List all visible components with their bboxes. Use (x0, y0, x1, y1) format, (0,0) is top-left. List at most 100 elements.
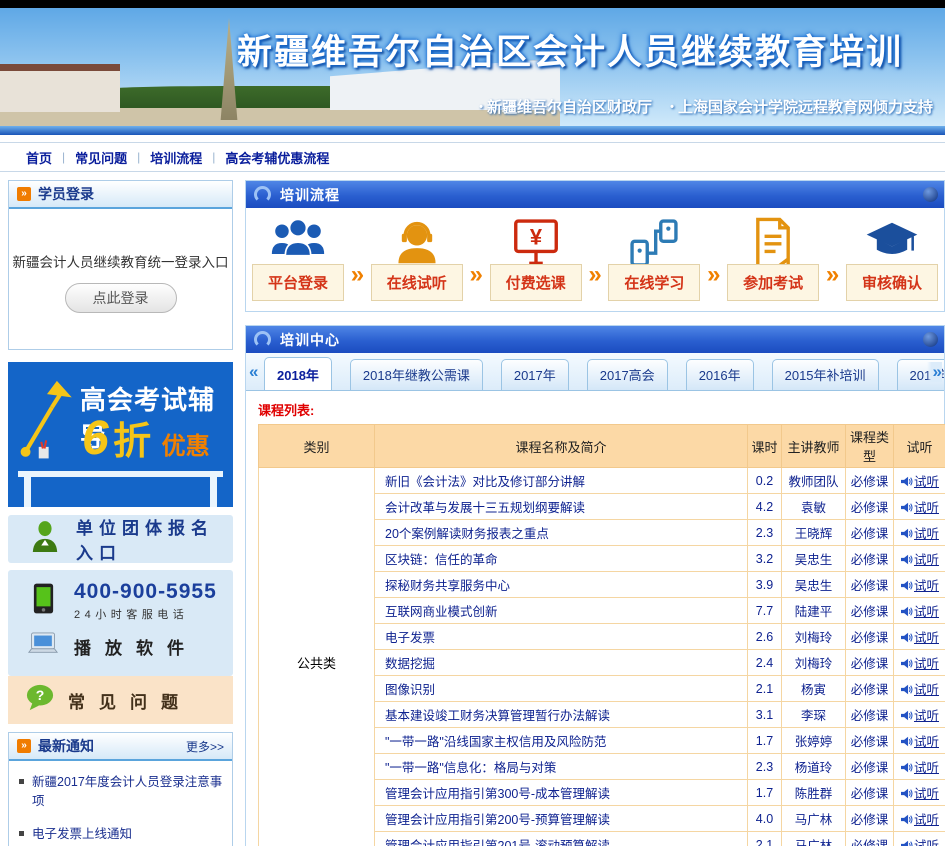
process-panel-header: 培训流程 (246, 181, 944, 208)
process-step[interactable]: 平台登录 (252, 214, 344, 301)
sphere-icon (923, 332, 938, 347)
login-panel-header: » 学员登录 (9, 181, 232, 209)
promo-discount-number: 6 (82, 412, 109, 465)
listen-link[interactable]: 试听 (914, 839, 939, 846)
course-table-header-row: 类别 课程名称及简介 课时 主讲教师 课程类型 试听 (259, 425, 945, 468)
speaker-icon (900, 709, 914, 723)
banner-divider-strip (0, 126, 945, 135)
course-hours-cell: 2.1 (748, 832, 782, 846)
process-step-label: 平台登录 (252, 264, 344, 301)
course-name-cell: 20个案例解读财务报表之重点 (375, 520, 748, 546)
course-hours-cell: 1.7 (748, 780, 782, 806)
course-teacher-cell: 马广林 (782, 806, 846, 832)
course-teacher-cell: 刘梅玲 (782, 650, 846, 676)
speaker-icon (900, 735, 914, 749)
nav-discount-process[interactable]: 高会考辅优惠流程 (225, 148, 329, 167)
listen-link[interactable]: 试听 (914, 813, 939, 827)
login-panel: » 学员登录 新疆会计人员继续教育统一登录入口 点此登录 (8, 180, 233, 350)
center-title: 培训中心 (280, 330, 340, 350)
course-type-cell: 必修课 (846, 650, 894, 676)
center-panel-header: 培训中心 (246, 326, 944, 353)
col-listen: 试听 (894, 425, 945, 468)
course-type-cell: 必修课 (846, 728, 894, 754)
training-center-panel: 培训中心 « 2018年 2018年继教公需课 2017年 2017高会 2016年 20… (245, 325, 945, 846)
course-name-cell: 管理会计应用指引第300号-成本管理解读 (375, 780, 748, 806)
headset-person-icon (390, 214, 444, 270)
question-bubble-icon: ? (26, 684, 54, 717)
tab-2018年继教公需课[interactable]: 2018年继教公需课 (350, 359, 483, 390)
tabs-scroll-right-icon[interactable]: » (927, 362, 942, 382)
course-type-cell: 必修课 (846, 780, 894, 806)
nav-home[interactable]: 首页 (26, 148, 52, 167)
service-panel: 400-900-5955 24小时客服电话 播放软件 (8, 570, 233, 676)
tab-2017高会[interactable]: 2017高会 (587, 359, 668, 390)
speaker-icon (900, 761, 914, 775)
process-step[interactable]: 审核确认 (846, 214, 938, 301)
course-hours-cell: 2.3 (748, 754, 782, 780)
tab-2016年[interactable]: 2016年 (686, 359, 754, 390)
process-step-label: 付费选课 (490, 264, 582, 301)
step-arrow-icon: » (707, 261, 720, 301)
speaker-icon (900, 787, 914, 801)
listen-link[interactable]: 试听 (914, 631, 939, 645)
course-name-cell: 区块链：信任的革命 (375, 546, 748, 572)
login-button[interactable]: 点此登录 (65, 283, 177, 313)
square-bullet-icon (19, 779, 24, 784)
group-signup-label: 单位团体报名入口 (76, 514, 233, 564)
desk-graphic (18, 471, 223, 507)
tab-2017年[interactable]: 2017年 (501, 359, 569, 390)
process-step[interactable]: 在线试听 (371, 214, 463, 301)
listen-link[interactable]: 试听 (914, 605, 939, 619)
process-step[interactable]: ¥付费选课 (490, 214, 582, 301)
tabs-scroll-left-icon[interactable]: « (249, 362, 258, 382)
listen-link[interactable]: 试听 (914, 735, 939, 749)
svg-text:?: ? (36, 686, 45, 702)
listen-link[interactable]: 试听 (914, 657, 939, 671)
person-icon (30, 520, 60, 559)
devices-icon (627, 214, 681, 270)
sponsor-right: 上海国家会计学院远程教育网倾力支持 (678, 99, 933, 116)
speaker-icon (900, 813, 914, 827)
course-teacher-cell: 吴忠生 (782, 546, 846, 572)
notice-list: 新疆2017年度会计人员登录注意事项电子发票上线通知新疆"高会考试辅导"优惠报名… (9, 761, 232, 846)
discount-promo-banner[interactable]: 高会考试辅导 6 折 优惠 (8, 362, 233, 507)
desk-lamp-icon (14, 370, 80, 471)
swirl-icon (254, 186, 271, 203)
listen-link[interactable]: 试听 (914, 683, 939, 697)
player-download-link[interactable]: 播放软件 (26, 632, 233, 660)
group-signup-entry[interactable]: 单位团体报名入口 (8, 515, 233, 563)
tab-2015年补培训[interactable]: 2015年补培训 (772, 359, 879, 390)
nav-faq[interactable]: 常见问题 (75, 148, 127, 167)
course-name-cell: 基本建设竣工财务决算管理暂行办法解读 (375, 702, 748, 728)
hotline-caption: 24小时客服电话 (74, 606, 217, 622)
listen-link[interactable]: 试听 (914, 761, 939, 775)
listen-link[interactable]: 试听 (914, 787, 939, 801)
tab-2018年[interactable]: 2018年 (264, 357, 332, 390)
course-listen-cell: 试听 (894, 624, 945, 650)
speaker-icon (900, 657, 914, 671)
process-step[interactable]: 在线学习 (608, 214, 700, 301)
listen-link[interactable]: 试听 (914, 501, 939, 515)
course-name-cell: 新旧《会计法》对比及修订部分讲解 (375, 468, 748, 494)
listen-link[interactable]: 试听 (914, 553, 939, 567)
speaker-icon (900, 475, 914, 489)
listen-link[interactable]: 试听 (914, 709, 939, 723)
process-step-label: 在线试听 (371, 264, 463, 301)
listen-link[interactable]: 试听 (914, 475, 939, 489)
course-listen-cell: 试听 (894, 780, 945, 806)
faq-link[interactable]: ? 常见问题 (8, 676, 233, 724)
square-bullet-icon (19, 831, 24, 836)
nav-process[interactable]: 培训流程 (150, 148, 202, 167)
course-teacher-cell: 吴忠生 (782, 572, 846, 598)
listen-link[interactable]: 试听 (914, 579, 939, 593)
course-teacher-cell: 李琛 (782, 702, 846, 728)
notice-item[interactable]: 电子发票上线通知 (19, 825, 224, 844)
more-notices-link[interactable]: 更多>> (186, 738, 224, 755)
course-hours-cell: 4.2 (748, 494, 782, 520)
notice-item[interactable]: 新疆2017年度会计人员登录注意事项 (19, 773, 224, 812)
course-type-cell: 必修课 (846, 546, 894, 572)
year-tabs: « 2018年 2018年继教公需课 2017年 2017高会 2016年 2015年补培… (246, 353, 944, 391)
course-name-cell: "一带一路"沿线国家主权信用及风险防范 (375, 728, 748, 754)
listen-link[interactable]: 试听 (914, 527, 939, 541)
process-step[interactable]: 参加考试 (727, 214, 819, 301)
